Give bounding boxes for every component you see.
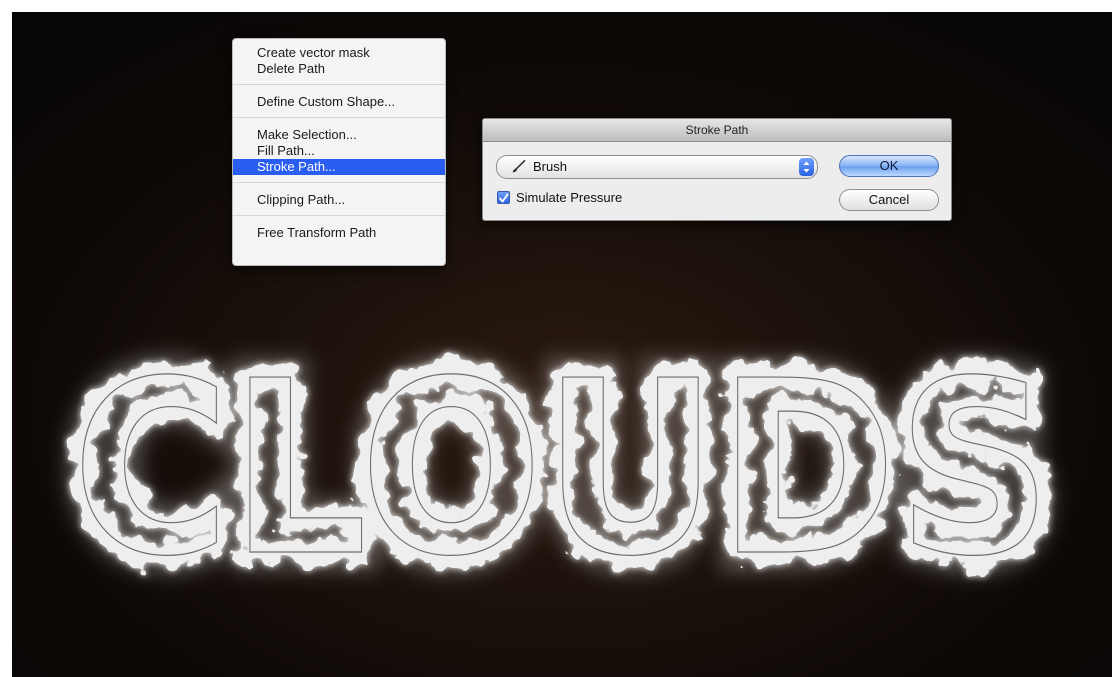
stroke-path-dialog: Stroke Path Brush Simulate Pressure OK C… — [482, 118, 952, 221]
screenshot-frame: CLOUDS CLOUDS CLOUDS Create vector mask … — [0, 0, 1112, 677]
menu-item-stroke-path[interactable]: Stroke Path... — [233, 159, 445, 175]
menu-item-create-vector-mask[interactable]: Create vector mask — [233, 45, 445, 61]
simulate-pressure-checkbox[interactable] — [497, 191, 510, 204]
menu-item-free-transform-path[interactable]: Free Transform Path — [233, 225, 445, 241]
menu-item-define-custom-shape[interactable]: Define Custom Shape... — [233, 94, 445, 110]
checkmark-icon — [499, 193, 509, 203]
menu-item-clipping-path[interactable]: Clipping Path... — [233, 192, 445, 208]
select-arrows-icon — [799, 158, 814, 176]
simulate-pressure-label: Simulate Pressure — [516, 190, 623, 205]
ok-button[interactable]: OK — [839, 155, 939, 177]
menu-separator — [233, 84, 445, 85]
menu-item-delete-path[interactable]: Delete Path — [233, 61, 445, 77]
menu-separator — [233, 182, 445, 183]
clouds-artwork: CLOUDS CLOUDS CLOUDS — [52, 309, 1072, 629]
dialog-title[interactable]: Stroke Path — [483, 119, 951, 142]
menu-item-fill-path[interactable]: Fill Path... — [233, 143, 445, 159]
tool-select-value: Brush — [533, 159, 567, 174]
document-canvas[interactable]: CLOUDS CLOUDS CLOUDS — [12, 12, 1112, 677]
path-context-menu: Create vector mask Delete Path Define Cu… — [232, 38, 446, 266]
artwork-path-outline: CLOUDS — [72, 329, 1052, 609]
tool-select[interactable]: Brush — [496, 155, 818, 179]
menu-item-make-selection[interactable]: Make Selection... — [233, 127, 445, 143]
menu-separator — [233, 215, 445, 216]
menu-separator — [233, 117, 445, 118]
cancel-button[interactable]: Cancel — [839, 189, 939, 211]
brush-icon — [510, 160, 526, 174]
